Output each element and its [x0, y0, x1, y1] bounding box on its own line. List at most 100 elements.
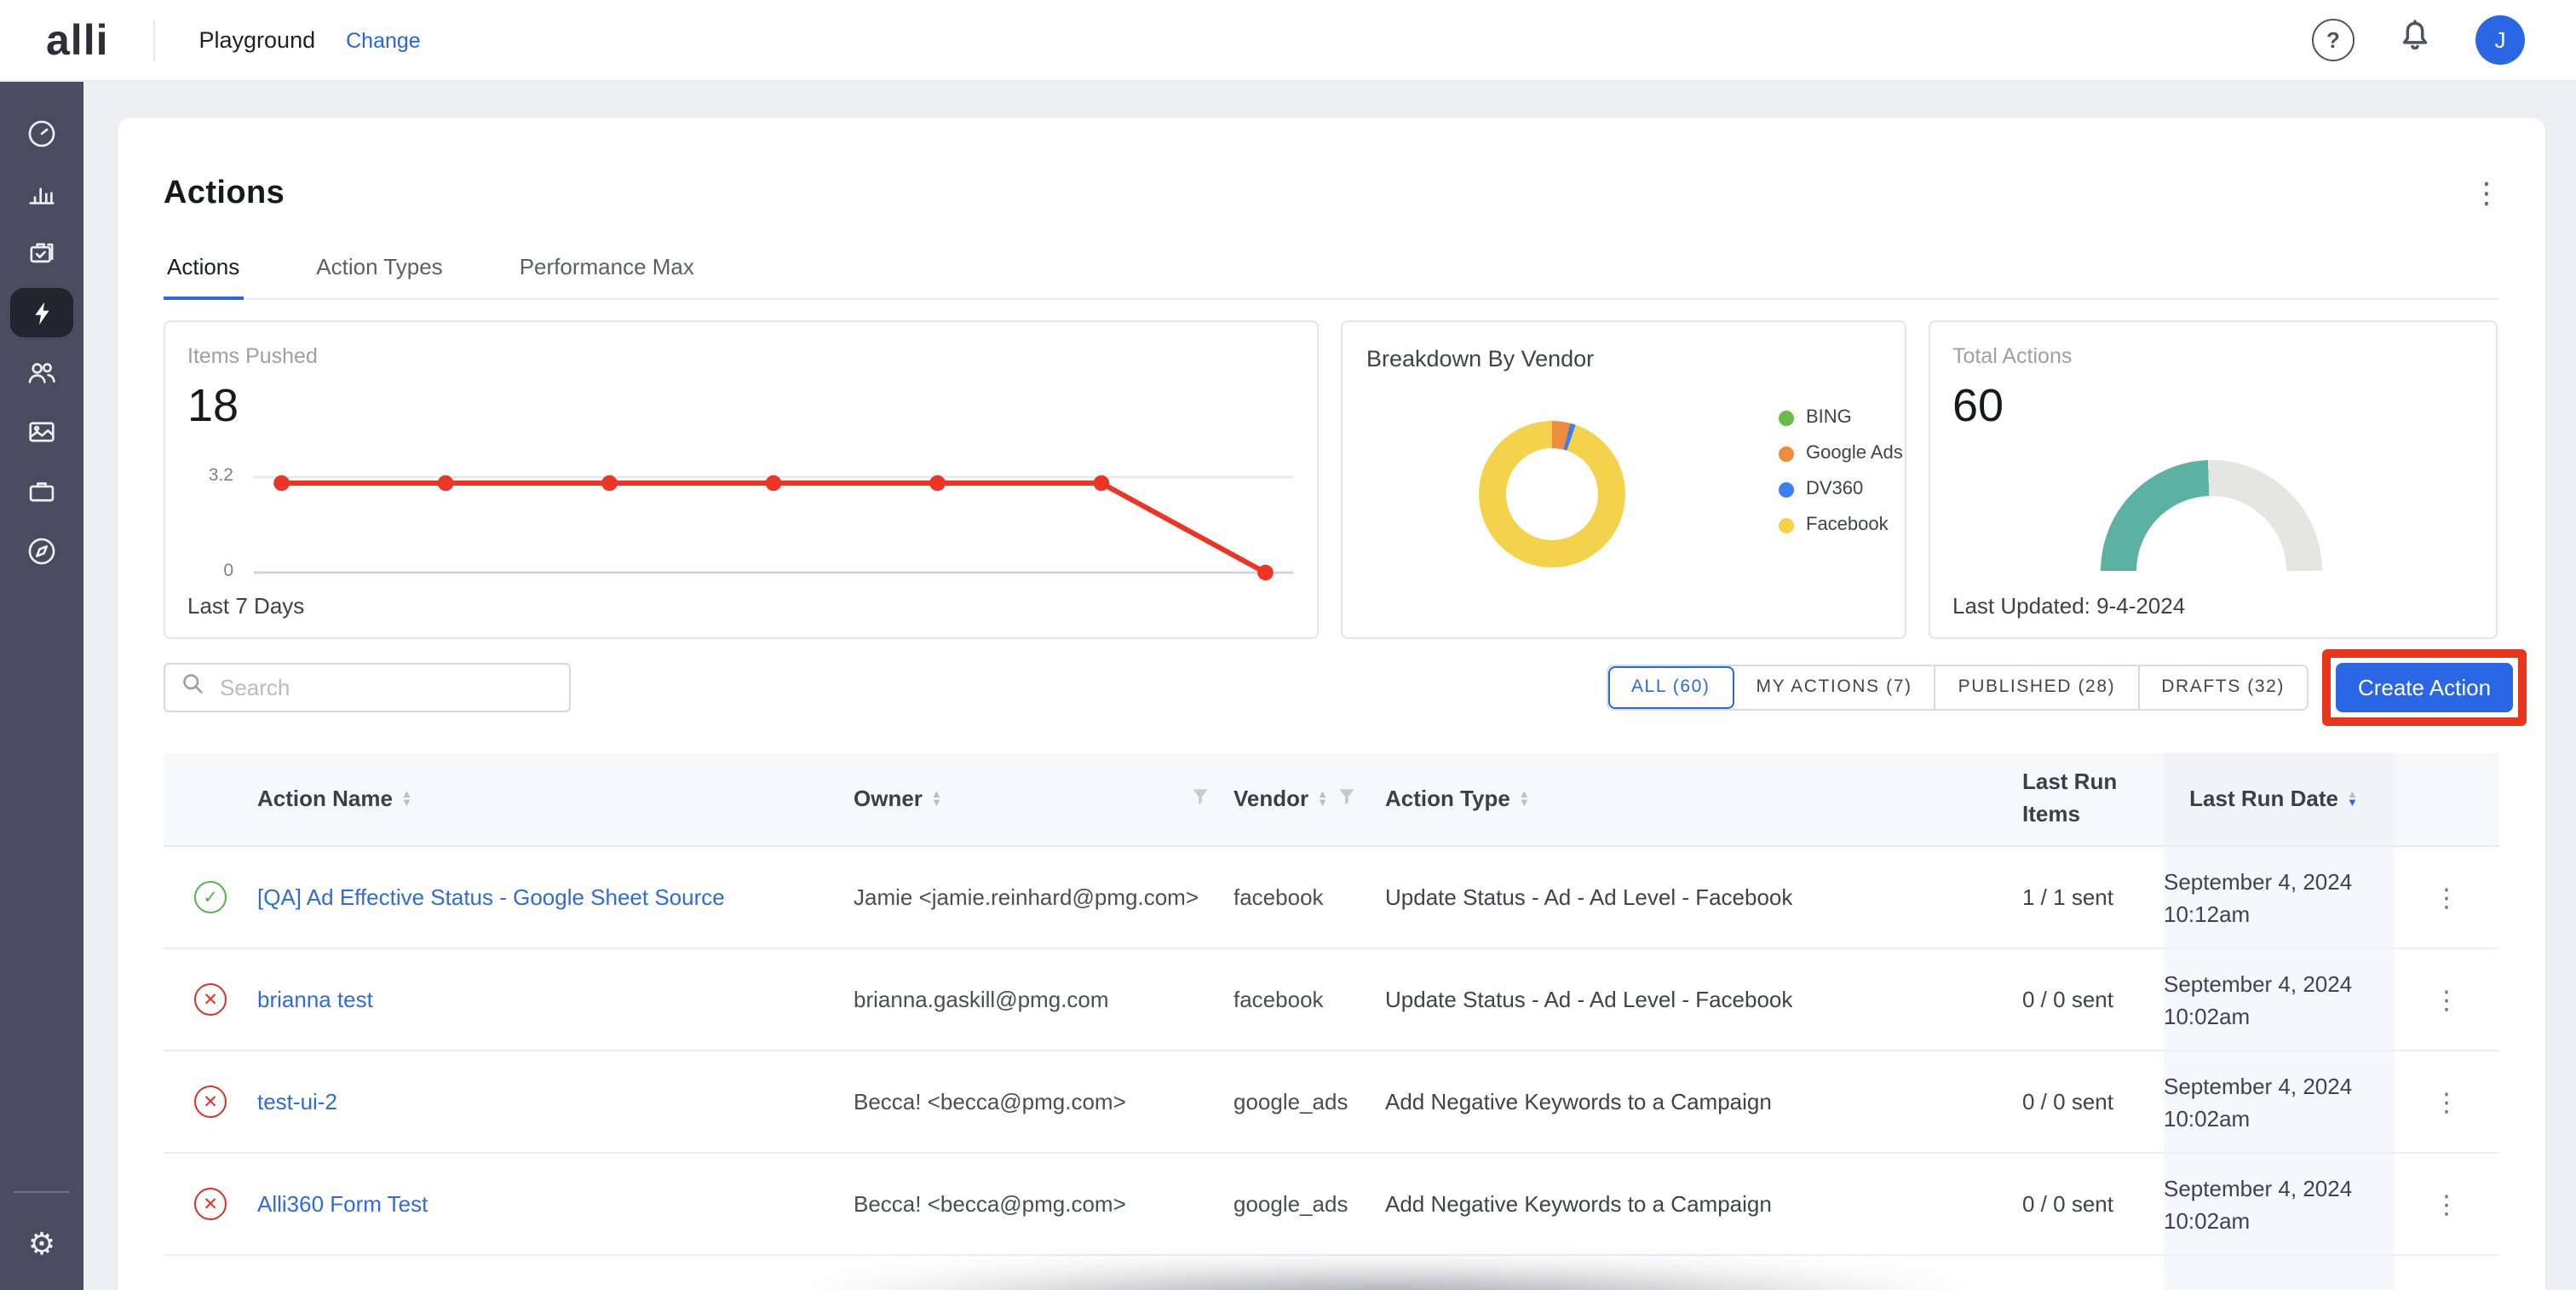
vendor-breakdown-title: Breakdown By Vendor: [1366, 346, 1594, 371]
tab-actions[interactable]: Actions: [164, 254, 243, 298]
filter-drafts[interactable]: DRAFTS (32): [2139, 666, 2307, 709]
actions-table: Action Name ▲▼ Owner ▲▼ Vendor ▲▼: [164, 753, 2499, 1290]
sidebar-item-actions[interactable]: [0, 283, 83, 343]
status-success-icon: ✓: [194, 881, 227, 913]
status-error-icon: ✕: [194, 1188, 227, 1220]
workspace-label: Playground: [199, 27, 316, 53]
change-workspace-link[interactable]: Change: [346, 28, 421, 52]
lightning-bolt-icon: [26, 297, 57, 328]
owner-cell: Becca! <becca@pmg.com>: [854, 1191, 1233, 1217]
sidebar-item-portfolio[interactable]: [0, 462, 83, 521]
main-content: ⋮ Actions Actions Action Types Performan…: [83, 82, 2576, 1290]
total-actions-label: Total Actions: [1952, 344, 2072, 368]
filter-my-actions[interactable]: MY ACTIONS (7): [1734, 666, 1936, 709]
items-pushed-card: Items Pushed 18 3.2 0 Last 7 Days: [164, 320, 1319, 639]
action-name-link[interactable]: brianna test: [257, 987, 373, 1012]
header-owner[interactable]: Owner ▲▼: [854, 783, 1233, 815]
row-menu-kebab-icon[interactable]: ⋮: [2394, 1189, 2499, 1219]
sidebar-item-dashboard[interactable]: [0, 104, 83, 164]
header-last-run-items: Last Run Items: [2022, 767, 2164, 831]
users-icon: [26, 356, 58, 389]
header-vendor[interactable]: Vendor ▲▼: [1233, 783, 1385, 815]
column-label: Action Type: [1385, 783, 1510, 815]
notifications-bell-icon[interactable]: [2395, 16, 2435, 64]
owner-cell: Jamie <jamie.reinhard@pmg.com>: [854, 884, 1233, 910]
filter-published[interactable]: PUBLISHED (28): [1936, 666, 2140, 709]
last-run-items-cell: 1 / 1 sent: [2022, 884, 2164, 910]
sidebar-item-media[interactable]: [0, 402, 83, 462]
image-icon: [26, 416, 58, 448]
sidebar-active-pill: [10, 288, 73, 337]
legend-dot-bing: [1779, 410, 1794, 425]
app-window: alli Playground Change ? J: [0, 0, 2576, 1290]
actions-page-card: ⋮ Actions Actions Action Types Performan…: [118, 118, 2545, 1290]
filter-funnel-icon[interactable]: [1191, 783, 1210, 815]
vendor-cell: facebook: [1233, 987, 1385, 1012]
total-actions-value: 60: [1952, 380, 2004, 433]
sort-icon[interactable]: ▲▼: [931, 791, 942, 808]
page-menu-kebab-icon[interactable]: ⋮: [2472, 179, 2501, 208]
user-avatar[interactable]: J: [2475, 15, 2525, 65]
legend-label: Facebook: [1806, 515, 1889, 535]
y-axis-tick: 0: [169, 561, 233, 581]
header-action-type[interactable]: Action Type ▲▼: [1385, 783, 2022, 815]
sort-icon[interactable]: ▲▼: [401, 791, 412, 808]
sidebar-item-settings[interactable]: ⚙: [0, 1213, 83, 1273]
row-menu-kebab-icon[interactable]: ⋮: [2394, 1086, 2499, 1117]
sidebar-item-discover[interactable]: [0, 521, 83, 581]
column-label: Last Run Date: [2189, 783, 2338, 815]
legend-dot-google-ads: [1779, 446, 1794, 461]
vendor-legend: BING Google Ads DV360 Facebook: [1779, 407, 1903, 550]
column-label: Last Run Items: [2022, 767, 2164, 831]
sort-icon[interactable]: ▲▼: [1317, 791, 1328, 808]
column-label: Owner: [854, 783, 923, 815]
sidebar-item-tasks[interactable]: [0, 223, 83, 283]
last-run-items-cell: 0 / 0 sent: [2022, 1089, 2164, 1114]
last-run-date-cell: September 4, 202410:12am: [2164, 847, 2394, 947]
sidebar-item-analytics[interactable]: [0, 164, 83, 223]
header-action-name[interactable]: Action Name ▲▼: [257, 783, 854, 815]
action-type-cell: Update Status - Ad - Ad Level - Facebook: [1385, 987, 2022, 1012]
annotation-highlight-box: Create Action: [2322, 649, 2527, 726]
last-run-items-cell: 0 / 0 sent: [2022, 1191, 2164, 1217]
last-run-date-cell: September 4, 202410:02am: [2164, 1051, 2394, 1152]
search-input[interactable]: [216, 673, 554, 702]
sort-icon-active[interactable]: ▲▼: [2347, 791, 2358, 808]
vendor-breakdown-card: Breakdown By Vendor BING Google Ads DV36…: [1341, 320, 1906, 639]
last-run-date-cell: September 3, 2024: [2164, 1256, 2394, 1290]
search-box: [164, 663, 571, 712]
alli-logo[interactable]: alli: [46, 0, 109, 81]
action-type-cell: Add Negative Keywords to a Campaign: [1385, 1089, 2022, 1114]
filter-chip-group: ALL (60) MY ACTIONS (7) PUBLISHED (28) D…: [1607, 665, 2309, 711]
status-error-icon: ✕: [194, 1086, 227, 1118]
sidebar-divider: [14, 1191, 70, 1193]
row-menu-kebab-icon[interactable]: ⋮: [2394, 882, 2499, 913]
action-type-cell: Update Status - Ad - Ad Level - Facebook: [1385, 884, 2022, 910]
tab-action-types[interactable]: Action Types: [313, 254, 446, 298]
y-axis-tick: 3.2: [169, 465, 233, 486]
row-menu-kebab-icon[interactable]: ⋮: [2394, 984, 2499, 1015]
page-title: Actions: [164, 118, 2499, 215]
table-row: ✕ test-ui-2 Becca! <becca@pmg.com> googl…: [164, 1051, 2499, 1154]
legend-label: BING: [1806, 407, 1852, 428]
legend-label: Google Ads: [1806, 443, 1903, 464]
header-last-run-date[interactable]: Last Run Date ▲▼: [2164, 753, 2394, 845]
filter-funnel-icon[interactable]: [1337, 783, 1355, 815]
table-controls: ALL (60) MY ACTIONS (7) PUBLISHED (28) D…: [164, 649, 2527, 726]
page-tabs: Actions Action Types Performance Max: [164, 254, 2499, 300]
action-name-link[interactable]: Alli360 Form Test: [257, 1191, 428, 1217]
help-icon[interactable]: ?: [2312, 19, 2355, 61]
table-row: ✓ [QA] Ad Effective Status - Google Shee…: [164, 847, 2499, 949]
action-name-link[interactable]: test-ui-2: [257, 1089, 337, 1114]
tab-performance-max[interactable]: Performance Max: [516, 254, 698, 298]
legend-label: DV360: [1806, 479, 1863, 499]
create-action-button[interactable]: Create Action: [2336, 663, 2513, 712]
sidebar-bottom: ⚙: [0, 1191, 83, 1290]
sort-icon[interactable]: ▲▼: [1519, 791, 1530, 808]
legend-item: BING: [1779, 407, 1903, 428]
filter-all[interactable]: ALL (60): [1609, 666, 1734, 709]
sidebar-item-audiences[interactable]: [0, 343, 83, 402]
items-pushed-label: Items Pushed: [187, 344, 318, 368]
action-name-link[interactable]: [QA] Ad Effective Status - Google Sheet …: [257, 884, 725, 910]
column-label: Vendor: [1233, 783, 1308, 815]
